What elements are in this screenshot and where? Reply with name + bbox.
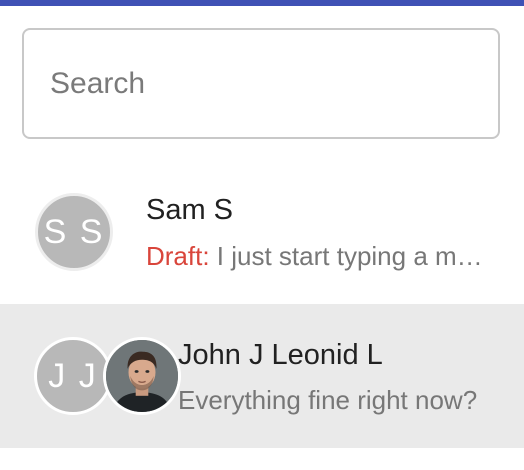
conversation-preview: Everything fine right now? [178, 385, 478, 415]
avatar-initials: S S [43, 212, 105, 251]
user-photo-icon [106, 340, 178, 412]
search-input[interactable] [24, 30, 498, 137]
avatar: S S [35, 193, 113, 271]
preview-text: I just start typing a message and a draf… [216, 241, 491, 271]
conversation-item-john-leonid[interactable]: J J John J Leonid L Everything fine righ… [0, 304, 524, 448]
avatar: J J [34, 337, 112, 415]
conversation-item-sam-s[interactable]: S S Sam S Draft: I just start typing a m… [0, 165, 524, 304]
draft-label: Draft: [146, 241, 210, 271]
app-top-bar [0, 0, 524, 6]
search-box[interactable] [22, 28, 500, 139]
avatar-initials: J J [48, 356, 98, 395]
avatar-photo [103, 337, 181, 415]
conversation-name: John J Leonid L [178, 339, 383, 371]
conversation-preview: Draft: I just start typing a message and… [146, 241, 491, 272]
conversation-name: Sam S [146, 194, 234, 226]
